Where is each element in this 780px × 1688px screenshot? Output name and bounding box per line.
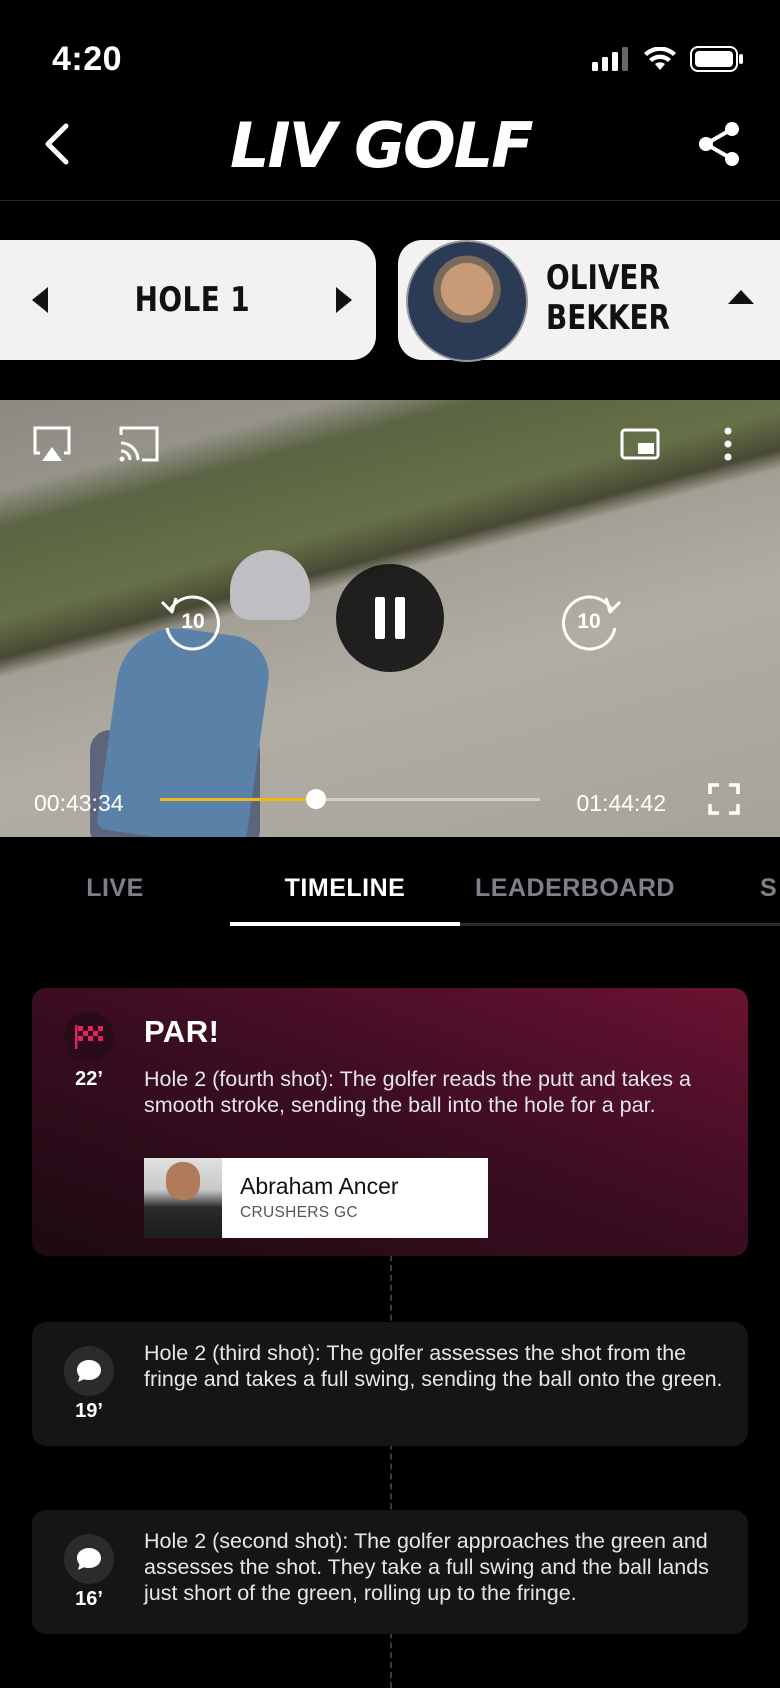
cast-icon <box>119 426 159 462</box>
timeline-icon <box>64 1346 114 1396</box>
share-icon <box>699 122 739 166</box>
more-vertical-icon <box>724 427 732 461</box>
fullscreen-button[interactable] <box>708 783 740 815</box>
fullscreen-icon <box>708 783 740 815</box>
progress-fill <box>160 798 316 801</box>
airplay-button[interactable] <box>32 425 72 463</box>
picture-in-picture-icon <box>620 428 660 460</box>
tab-track <box>460 923 780 926</box>
pause-button[interactable] <box>336 564 444 672</box>
timeline-description: Hole 2 (third shot): The golfer assesses… <box>144 1341 723 1391</box>
hole-selector: HOLE 1 <box>0 240 376 360</box>
battery-icon <box>690 46 743 72</box>
timeline-card[interactable]: 16’ Hole 2 (second shot): The golfer app… <box>32 1510 748 1634</box>
next-hole-button[interactable] <box>336 287 352 313</box>
caret-up-icon[interactable] <box>728 290 754 304</box>
tagged-player-team: CRUSHERS GC <box>240 1204 358 1221</box>
more-options-button[interactable] <box>720 425 736 463</box>
pause-icon <box>375 597 405 639</box>
checkered-flag-icon <box>75 1025 103 1049</box>
share-button[interactable] <box>696 120 744 168</box>
comment-icon <box>77 1548 101 1570</box>
comment-icon <box>77 1360 101 1382</box>
timeline-card-highlight[interactable]: 22’ PAR! Hole 2 (fourth shot): The golfe… <box>32 988 748 1256</box>
player-name: OLIVER BEKKER <box>546 258 670 338</box>
duration: 01:44:42 <box>576 790 666 816</box>
tab-active-indicator <box>230 922 460 926</box>
progress-bar[interactable] <box>160 789 540 809</box>
tagged-player-card[interactable]: Abraham Ancer CRUSHERS GC <box>144 1158 488 1238</box>
player-first-name: OLIVER <box>546 258 660 298</box>
skip-back-button[interactable]: 10 <box>158 588 228 658</box>
tab-partial[interactable]: S <box>760 874 780 903</box>
timeline-icon <box>64 1012 114 1062</box>
status-time: 4:20 <box>52 40 123 78</box>
tab-timeline[interactable]: TIMELINE <box>230 874 460 903</box>
timeline-icon <box>64 1534 114 1584</box>
timeline-card[interactable]: 19’ Hole 2 (third shot): The golfer asse… <box>32 1322 748 1446</box>
skip-forward-label: 10 <box>577 610 601 633</box>
timeline-minute: 19’ <box>75 1400 103 1422</box>
tab-live[interactable]: LIVE <box>55 874 175 903</box>
timeline-minute: 22’ <box>75 1068 103 1090</box>
liv-golf-logo: LIV GOLF <box>230 108 534 182</box>
chevron-left-icon <box>45 123 69 165</box>
cast-button[interactable] <box>118 425 160 463</box>
picture-in-picture-button[interactable] <box>620 428 660 460</box>
tagged-player-face <box>166 1162 200 1200</box>
skip-forward-button[interactable]: 10 <box>554 588 624 658</box>
player-selector[interactable]: OLIVER BEKKER <box>398 240 780 362</box>
tagged-player-photo <box>144 1158 222 1238</box>
progress-scrubber[interactable] <box>305 789 326 809</box>
cellular-signal-icon <box>592 47 628 71</box>
back-button[interactable] <box>38 120 78 168</box>
video-player[interactable]: 10 10 00:43:34 01:44:42 <box>0 400 780 837</box>
timeline-description: Hole 2 (fourth shot): The golfer reads t… <box>144 1067 691 1117</box>
tab-leaderboard[interactable]: LEADERBOARD <box>460 874 690 903</box>
current-time: 00:43:34 <box>34 790 124 816</box>
tagged-player-name: Abraham Ancer <box>240 1173 399 1199</box>
timeline-description: Hole 2 (second shot): The golfer approac… <box>144 1529 709 1605</box>
airplay-icon <box>33 426 71 461</box>
timeline-minute: 16’ <box>75 1588 103 1610</box>
hole-label: HOLE 1 <box>134 280 250 320</box>
player-last-name: BEKKER <box>546 298 671 338</box>
timeline-title: PAR! <box>144 1014 220 1049</box>
tab-bar: LIVE TIMELINE LEADERBOARD S <box>0 838 780 928</box>
status-icons <box>592 46 744 72</box>
player-avatar <box>406 240 528 362</box>
skip-back-label: 10 <box>181 610 205 633</box>
wifi-icon <box>644 47 676 70</box>
previous-hole-button[interactable] <box>32 287 48 313</box>
